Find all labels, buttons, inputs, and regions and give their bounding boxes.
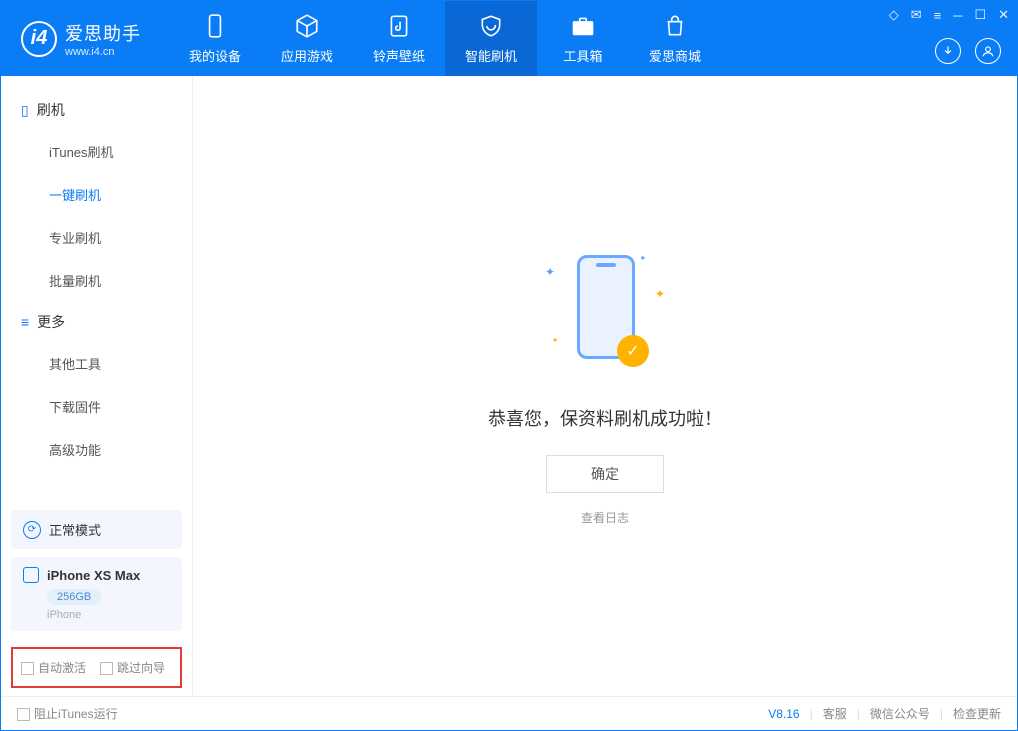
section-title-text: 更多 bbox=[37, 312, 65, 332]
close-button[interactable]: ✕ bbox=[998, 7, 1009, 23]
footer-bar: 阻止iTunes运行 V8.16 | 客服 | 微信公众号 | 检查更新 bbox=[1, 696, 1017, 730]
header-bar: i4 爱思助手 www.i4.cn 我的设备 应用游戏 铃声壁纸 智能刷机 工具… bbox=[1, 1, 1017, 76]
footer-link-support[interactable]: 客服 bbox=[823, 705, 847, 722]
checkbox-skip-wizard[interactable]: 跳过向导 bbox=[100, 659, 165, 676]
header-actions bbox=[935, 38, 1001, 64]
skin-icon[interactable]: ◇ bbox=[889, 7, 899, 23]
more-icon: ≡ bbox=[21, 314, 29, 330]
sidebar-item-advanced[interactable]: 高级功能 bbox=[1, 428, 192, 471]
device-capacity: 256GB bbox=[47, 589, 101, 605]
sidebar-item-itunes-flash[interactable]: iTunes刷机 bbox=[1, 130, 192, 173]
nav-ringtones[interactable]: 铃声壁纸 bbox=[353, 1, 445, 76]
device-type: iPhone bbox=[47, 609, 170, 621]
checkbox-auto-activate[interactable]: 自动激活 bbox=[21, 659, 86, 676]
logo-icon: i4 bbox=[21, 21, 57, 57]
nav-label: 智能刷机 bbox=[465, 46, 517, 65]
briefcase-icon bbox=[569, 12, 597, 40]
refresh-shield-icon bbox=[477, 12, 505, 40]
nav-smart-flash[interactable]: 智能刷机 bbox=[445, 1, 537, 76]
sparkle-icon: ✦ bbox=[655, 287, 665, 301]
ok-button[interactable]: 确定 bbox=[546, 455, 664, 493]
user-button[interactable] bbox=[975, 38, 1001, 64]
sidebar-section-flash: ▯ 刷机 bbox=[1, 90, 192, 130]
feedback-icon[interactable]: ✉ bbox=[911, 7, 922, 23]
music-file-icon bbox=[385, 12, 413, 40]
nav-label: 应用游戏 bbox=[281, 46, 333, 65]
footer-link-update[interactable]: 检查更新 bbox=[953, 705, 1001, 722]
status-icon: ⟳ bbox=[23, 521, 41, 539]
view-log-link[interactable]: 查看日志 bbox=[581, 509, 629, 526]
nav-toolbox[interactable]: 工具箱 bbox=[537, 1, 629, 76]
version-label: V8.16 bbox=[768, 707, 799, 721]
download-button[interactable] bbox=[935, 38, 961, 64]
device-card[interactable]: iPhone XS Max 256GB iPhone bbox=[11, 557, 182, 631]
success-message: 恭喜您，保资料刷机成功啦！ bbox=[488, 405, 722, 431]
sidebar: ▯ 刷机 iTunes刷机 一键刷机 专业刷机 批量刷机 ≡ 更多 其他工具 下… bbox=[1, 76, 193, 696]
nav-label: 我的设备 bbox=[189, 46, 241, 65]
success-illustration: ✦ ✦ • • ✓ bbox=[535, 247, 675, 377]
sidebar-item-download-firmware[interactable]: 下载固件 bbox=[1, 385, 192, 428]
sparkle-icon: • bbox=[553, 333, 557, 347]
device-icon: ▯ bbox=[21, 102, 29, 119]
sparkle-icon: • bbox=[641, 251, 645, 265]
nav-store[interactable]: 爱思商城 bbox=[629, 1, 721, 76]
app-name: 爱思助手 bbox=[65, 20, 141, 46]
device-mode-label: 正常模式 bbox=[49, 520, 101, 539]
section-title-text: 刷机 bbox=[37, 100, 65, 120]
nav-label: 铃声壁纸 bbox=[373, 46, 425, 65]
nav-my-device[interactable]: 我的设备 bbox=[169, 1, 261, 76]
check-badge-icon: ✓ bbox=[617, 335, 649, 367]
app-logo: i4 爱思助手 www.i4.cn bbox=[1, 1, 159, 76]
nav-label: 爱思商城 bbox=[649, 46, 701, 65]
maximize-button[interactable]: ☐ bbox=[974, 7, 986, 23]
cube-icon bbox=[293, 12, 321, 40]
sidebar-item-other-tools[interactable]: 其他工具 bbox=[1, 342, 192, 385]
minimize-button[interactable]: ─ bbox=[953, 8, 962, 23]
app-url: www.i4.cn bbox=[65, 46, 141, 58]
sidebar-item-pro-flash[interactable]: 专业刷机 bbox=[1, 216, 192, 259]
sidebar-item-batch-flash[interactable]: 批量刷机 bbox=[1, 259, 192, 302]
sparkle-icon: ✦ bbox=[545, 265, 555, 279]
checkbox-block-itunes[interactable]: 阻止iTunes运行 bbox=[17, 705, 118, 722]
nav-apps-games[interactable]: 应用游戏 bbox=[261, 1, 353, 76]
bag-icon bbox=[661, 12, 689, 40]
nav-label: 工具箱 bbox=[563, 46, 602, 65]
menu-icon[interactable]: ≡ bbox=[934, 8, 942, 23]
phone-icon bbox=[201, 12, 229, 40]
device-mode-card[interactable]: ⟳ 正常模式 bbox=[11, 510, 182, 549]
device-small-icon bbox=[23, 567, 39, 583]
main-content: ✦ ✦ • • ✓ 恭喜您，保资料刷机成功啦！ 确定 查看日志 bbox=[193, 76, 1017, 696]
top-nav: 我的设备 应用游戏 铃声壁纸 智能刷机 工具箱 爱思商城 bbox=[169, 1, 721, 76]
sidebar-section-more: ≡ 更多 bbox=[1, 302, 192, 342]
flash-options-box: 自动激活 跳过向导 bbox=[11, 647, 182, 688]
sidebar-item-oneclick-flash[interactable]: 一键刷机 bbox=[1, 173, 192, 216]
footer-link-wechat[interactable]: 微信公众号 bbox=[870, 705, 930, 722]
window-controls: ◇ ✉ ≡ ─ ☐ ✕ bbox=[889, 7, 1009, 23]
device-name: iPhone XS Max bbox=[47, 568, 140, 583]
